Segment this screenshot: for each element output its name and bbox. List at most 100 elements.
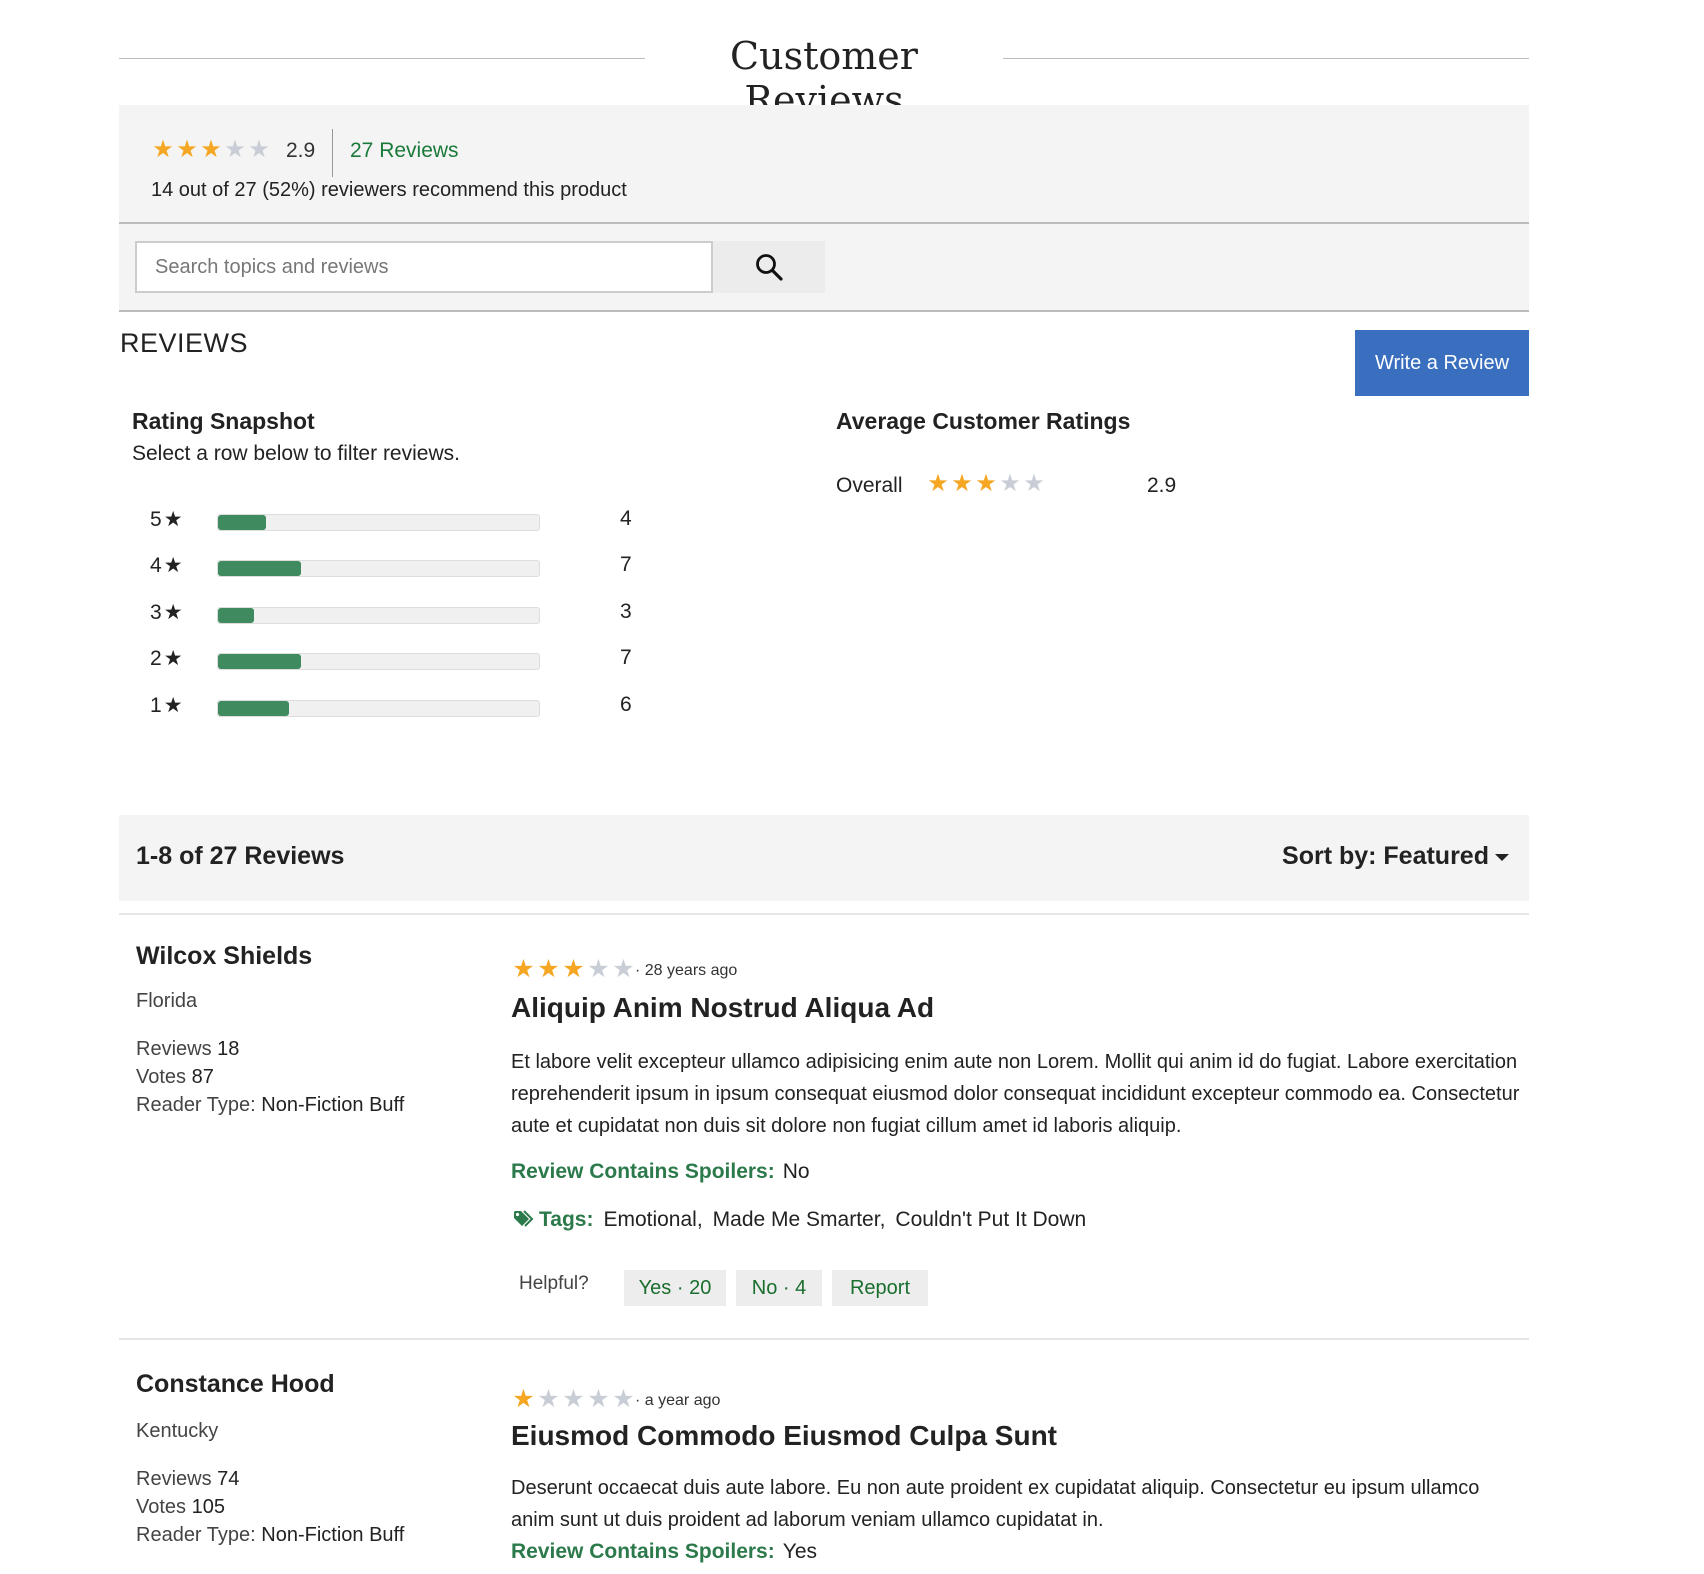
star-icon: ★	[163, 694, 183, 717]
review-count-link[interactable]: 27 Reviews	[350, 139, 459, 163]
tag: Couldn't Put It Down	[895, 1208, 1087, 1231]
sort-label: Sort by: Featured	[1282, 842, 1489, 870]
rating-filter-row-4[interactable]: 4★ 7	[150, 551, 640, 581]
average-ratings-title: Average Customer Ratings	[836, 408, 1131, 434]
title-divider-right	[1003, 58, 1529, 59]
star-empty-icon: ★	[1023, 470, 1045, 497]
title-divider-left	[119, 58, 645, 59]
star-icon: ★	[163, 508, 183, 531]
reviewer-reader-type: Reader Type: Non-Fiction Buff	[136, 1094, 405, 1116]
rating-level-label: 4★	[150, 554, 183, 577]
tag: Made Me Smarter,	[712, 1208, 886, 1231]
search-icon	[756, 254, 783, 281]
star-filled-icon: ★	[951, 470, 973, 497]
rating-level-label: 2★	[150, 647, 183, 670]
rating-bar	[217, 514, 540, 531]
star-empty-icon: ★	[612, 955, 635, 983]
rating-filter-row-5[interactable]: 5★ 4	[150, 505, 640, 535]
reviewer-reader-type: Reader Type: Non-Fiction Buff	[136, 1524, 405, 1546]
reviewer-reviews-count: Reviews 74	[136, 1468, 240, 1490]
rating-count: 4	[620, 507, 632, 530]
rating-level-label: 5★	[150, 508, 183, 531]
overall-label: Overall	[836, 474, 903, 497]
star-filled-icon: ★	[562, 955, 585, 983]
review-author: Constance Hood	[136, 1370, 335, 1398]
star-filled-icon: ★	[176, 136, 198, 163]
write-review-button[interactable]: Write a Review	[1355, 330, 1529, 396]
review-title: Aliquip Anim Nostrud Aliqua Ad	[511, 992, 935, 1023]
review-title: Eiusmod Commodo Eiusmod Culpa Sunt	[511, 1420, 1057, 1451]
rating-count: 7	[620, 553, 632, 576]
search-bar	[119, 224, 1529, 312]
star-empty-icon: ★	[999, 470, 1021, 497]
report-button[interactable]: Report	[832, 1270, 928, 1306]
rating-snapshot-subtitle: Select a row below to filter reviews.	[132, 442, 460, 465]
summary-divider	[332, 129, 333, 177]
reviewer-reviews-count: Reviews 18	[136, 1038, 240, 1060]
review-date: · 28 years ago	[635, 962, 738, 979]
star-empty-icon: ★	[587, 955, 610, 983]
rating-filter-row-2[interactable]: 2★ 7	[150, 644, 640, 674]
overall-star-rating: ★ ★ ★ ★ ★	[926, 472, 1046, 496]
rating-level-label: 3★	[150, 601, 183, 624]
star-icon: ★	[163, 647, 183, 670]
helpful-no-button[interactable]: No · 4	[736, 1270, 822, 1306]
star-empty-icon: ★	[537, 1385, 560, 1413]
rating-bar-fill	[218, 654, 302, 669]
sort-dropdown[interactable]: Sort by: Featured	[1282, 842, 1509, 871]
tag: Emotional,	[603, 1208, 703, 1231]
rating-snapshot-title: Rating Snapshot	[132, 408, 315, 434]
search-input[interactable]	[135, 241, 713, 293]
rating-bar	[217, 607, 540, 624]
caret-down-icon	[1495, 853, 1509, 861]
recommend-text: 14 out of 27 (52%) reviewers recommend t…	[151, 179, 627, 201]
review-list-header: 1-8 of 27 Reviews Sort by: Featured	[119, 815, 1529, 901]
rating-bar	[217, 560, 540, 577]
review-spoiler-flag: Review Contains Spoilers: No	[511, 1160, 810, 1183]
rating-bar-fill	[218, 608, 254, 623]
star-filled-icon: ★	[512, 955, 535, 983]
rating-bar-fill	[218, 701, 290, 716]
review-spoiler-flag: Review Contains Spoilers: Yes	[511, 1540, 817, 1563]
review-body: Et labore velit excepteur ullamco adipis…	[511, 1051, 1520, 1137]
star-empty-icon: ★	[612, 1385, 635, 1413]
rating-summary: ★ ★ ★ ★ ★ 2.9 27 Reviews 14 out of 27 (52%) …	[119, 105, 1529, 224]
rating-bar	[217, 700, 540, 717]
overall-value: 2.9	[1147, 474, 1177, 497]
rating-count: 3	[620, 600, 632, 623]
rating-level-label: 1★	[150, 694, 183, 717]
rating-bar	[217, 653, 540, 670]
star-filled-icon: ★	[975, 470, 997, 497]
star-empty-icon: ★	[224, 136, 246, 163]
review-location: Florida	[136, 990, 198, 1012]
rating-bar-fill	[218, 561, 302, 576]
divider	[119, 913, 1529, 915]
star-filled-icon: ★	[512, 1385, 535, 1413]
star-filled-icon: ★	[927, 470, 949, 497]
rating-filter-row-3[interactable]: 3★ 3	[150, 598, 640, 628]
review-location: Kentucky	[136, 1420, 219, 1442]
star-empty-icon: ★	[562, 1385, 585, 1413]
star-filled-icon: ★	[537, 955, 560, 983]
review-body: Deserunt occaecat duis aute labore. Eu n…	[511, 1477, 1480, 1531]
star-filled-icon: ★	[152, 136, 174, 163]
star-icon: ★	[163, 601, 183, 624]
reviewer-votes-count: Votes 105	[136, 1496, 225, 1518]
divider	[119, 1338, 1529, 1340]
review-range-count: 1-8 of 27 Reviews	[136, 842, 345, 870]
rating-filter-row-1[interactable]: 1★ 6	[150, 691, 640, 721]
rating-count: 6	[620, 693, 632, 716]
star-icon: ★	[163, 554, 183, 577]
review-star-rating: ★ ★ ★ ★ ★	[511, 957, 636, 982]
summary-star-rating: ★ ★ ★ ★ ★	[151, 138, 271, 162]
reviewer-votes-count: Votes 87	[136, 1066, 214, 1088]
review-date: · a year ago	[635, 1392, 721, 1409]
helpful-yes-button[interactable]: Yes · 20	[624, 1270, 726, 1306]
rating-count: 7	[620, 646, 632, 669]
review-tags: Tags: Emotional, Made Me Smarter, Couldn't …	[513, 1208, 1086, 1232]
tags-icon	[514, 1210, 534, 1227]
star-filled-icon: ★	[200, 136, 222, 163]
page-title-row: Customer Reviews	[119, 30, 1529, 122]
search-button[interactable]	[713, 241, 825, 293]
star-empty-icon: ★	[587, 1385, 610, 1413]
